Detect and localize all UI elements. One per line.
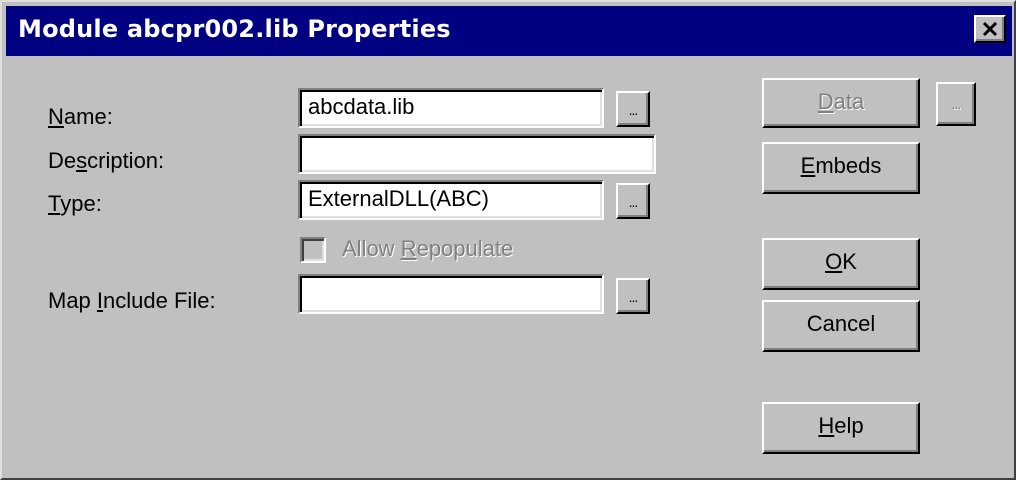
description-label: Description: — [48, 148, 165, 173]
data-button-label: Data — [817, 89, 865, 114]
close-button[interactable] — [974, 15, 1006, 43]
data-browse-button[interactable]: ... — [936, 82, 976, 126]
name-browse-button[interactable]: ... — [616, 91, 650, 127]
ok-button[interactable]: OK — [762, 238, 920, 290]
embeds-button-label: Embeds — [800, 153, 882, 178]
close-icon — [982, 21, 998, 37]
description-field[interactable] — [298, 134, 656, 174]
title-bar[interactable]: Module abcpr002.lib Properties — [6, 6, 1012, 56]
allow-repopulate-checkbox[interactable] — [300, 237, 326, 263]
name-field[interactable]: abcdata.lib — [298, 88, 604, 128]
map-include-file-label: Map Include File: — [48, 288, 216, 313]
embeds-button[interactable]: Embeds — [762, 142, 920, 194]
window-title: Module abcpr002.lib Properties — [18, 15, 451, 43]
map-include-file-browse-button[interactable]: ... — [616, 278, 650, 314]
module-properties-dialog: Module abcpr002.lib Properties Name: abc… — [0, 0, 1016, 480]
allow-repopulate-label: Allow Repopulate — [342, 236, 514, 261]
help-button[interactable]: Help — [762, 402, 920, 454]
type-label: Type: — [48, 191, 102, 216]
cancel-button[interactable]: Cancel — [762, 300, 920, 352]
type-browse-button[interactable]: ... — [616, 183, 650, 219]
data-button[interactable]: Data — [762, 78, 920, 128]
cancel-button-label: Cancel — [806, 311, 876, 336]
help-button-label: Help — [818, 413, 864, 438]
map-include-file-field[interactable] — [298, 274, 604, 314]
type-field[interactable]: ExternalDLL(ABC) — [298, 180, 604, 220]
name-label: Name: — [48, 104, 113, 129]
ok-button-label: OK — [825, 249, 857, 274]
